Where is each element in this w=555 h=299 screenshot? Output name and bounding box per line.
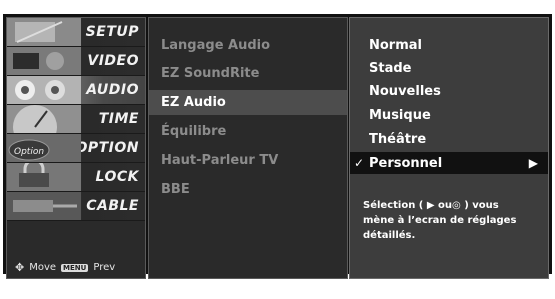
menu-item-audio[interactable]: AUDIO	[7, 76, 145, 105]
main-menu: SETUP VIDEO AUDIO TIME Option OPTION LOC…	[6, 17, 146, 279]
menu-item-label: AUDIO	[86, 82, 139, 98]
menu-item-cable[interactable]: CABLE	[7, 192, 145, 221]
clock-thumbnail-icon	[7, 105, 81, 133]
option-thumbnail-icon: Option	[7, 134, 81, 162]
menu-item-option[interactable]: Option OPTION	[7, 134, 145, 163]
help-line: détaillés.	[363, 230, 416, 241]
help-line: Sélection ( ▶ ou◎ ) vous	[363, 200, 499, 211]
option-personnel-label: Personnel	[369, 155, 443, 171]
move-label: Move	[29, 262, 57, 273]
option-stade[interactable]: Stade	[350, 57, 548, 79]
option-nouvelles[interactable]: Nouvelles	[350, 80, 548, 102]
right-arrow-icon: ▶	[528, 156, 538, 170]
menu-item-label: TIME	[98, 111, 139, 127]
menu-item-label: CABLE	[86, 198, 139, 214]
lock-thumbnail-icon	[7, 163, 81, 191]
menu-item-video[interactable]: VIDEO	[7, 47, 145, 76]
cable-thumbnail-icon	[7, 192, 81, 220]
check-icon: ✓	[354, 156, 365, 170]
option-normal[interactable]: Normal	[350, 34, 548, 56]
screen-frame: SETUP VIDEO AUDIO TIME Option OPTION LOC…	[0, 5, 555, 299]
option-musique[interactable]: Musique	[350, 104, 548, 126]
video-thumbnail-icon	[7, 47, 81, 75]
audio-submenu: Langage Audio EZ SoundRite EZ Audio Équi…	[148, 17, 348, 279]
menu-item-setup[interactable]: SETUP	[7, 18, 145, 47]
menu-key-icon: MENU	[61, 263, 89, 272]
menu-item-label: LOCK	[95, 169, 139, 185]
prev-label: Prev	[93, 262, 116, 273]
audio-item-bbe[interactable]: BBE	[149, 177, 347, 202]
audio-item-langage[interactable]: Langage Audio	[149, 33, 347, 58]
menu-item-label: SETUP	[85, 24, 139, 40]
setup-thumbnail-icon	[7, 18, 81, 46]
menu-item-label: OPTION	[75, 140, 139, 156]
audio-item-haut-parleur[interactable]: Haut-Parleur TV	[149, 148, 347, 173]
audio-item-ez-audio[interactable]: EZ Audio	[149, 90, 347, 115]
dpad-icon: ✥	[15, 261, 25, 274]
footer-hints: ✥ Move MENU Prev	[15, 261, 115, 274]
svg-text:Option: Option	[14, 147, 44, 157]
option-theatre[interactable]: Théâtre	[350, 128, 548, 150]
menu-item-time[interactable]: TIME	[7, 105, 145, 134]
audio-item-ez-soundrite[interactable]: EZ SoundRite	[149, 61, 347, 86]
audio-thumbnail-icon	[7, 76, 81, 104]
audio-item-equilibre[interactable]: Équilibre	[149, 119, 347, 144]
help-description: Sélection ( ▶ ou◎ ) vous mène à l’ecran …	[363, 198, 543, 243]
menu-item-lock[interactable]: LOCK	[7, 163, 145, 192]
ez-audio-options: Normal Stade Nouvelles Musique Théâtre ✓…	[349, 17, 549, 279]
menu-item-label: VIDEO	[87, 53, 139, 69]
option-personnel[interactable]: ✓ Personnel ▶	[350, 152, 548, 174]
help-line: mène à l’ecran de réglages	[363, 215, 517, 226]
